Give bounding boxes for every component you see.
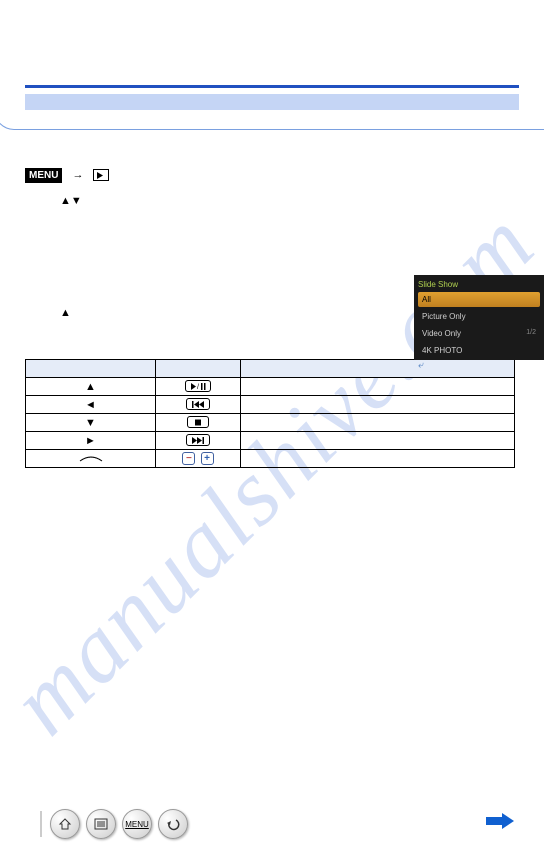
- table-row: ▼: [26, 414, 515, 432]
- dial-icon: [78, 451, 104, 463]
- prev-icon: [186, 398, 210, 410]
- step-select-arrows: ▲▼: [25, 195, 519, 207]
- arrow-icon: →: [72, 169, 83, 181]
- divider-blue: [25, 85, 519, 88]
- icon-cell: /: [156, 378, 241, 396]
- lcd-item: Picture Only: [418, 309, 540, 324]
- desc-cell: [241, 432, 515, 450]
- playback-mode-icon: [93, 169, 109, 181]
- table-row: ►: [26, 432, 515, 450]
- desc-cell: [241, 414, 515, 432]
- controls-table: ▲ / ◄: [25, 359, 515, 468]
- menu-path-row: MENU →: [25, 165, 519, 185]
- play-pause-icon: /: [185, 380, 211, 392]
- table-header: [156, 360, 241, 378]
- lcd-item: Video Only1/2: [418, 326, 540, 341]
- menu-button[interactable]: MENU: [122, 809, 152, 839]
- table-row: ◄: [26, 396, 515, 414]
- next-page-arrow[interactable]: [486, 813, 514, 829]
- list-button[interactable]: [86, 809, 116, 839]
- volume-up-icon: +: [201, 452, 214, 465]
- key-cell: ▲: [26, 378, 156, 396]
- key-cell: ◄: [26, 396, 156, 414]
- back-button[interactable]: [158, 809, 188, 839]
- next-icon: [186, 434, 210, 446]
- back-icon: [166, 817, 180, 831]
- table-row: − +: [26, 450, 515, 468]
- camera-lcd-preview: Slide Show All Picture Only Video Only1/…: [414, 275, 544, 360]
- key-cell: ►: [26, 432, 156, 450]
- icon-cell: [156, 396, 241, 414]
- menu-badge: MENU: [25, 168, 62, 183]
- icon-cell: [156, 414, 241, 432]
- table-header: [26, 360, 156, 378]
- icon-cell: − +: [156, 450, 241, 468]
- table-row: ▲ /: [26, 378, 515, 396]
- lcd-item-selected: All: [418, 292, 540, 307]
- lcd-item: 4K PHOTO: [418, 343, 540, 358]
- home-button[interactable]: [50, 809, 80, 839]
- desc-cell: [241, 378, 515, 396]
- footer-nav: MENU: [50, 809, 188, 839]
- heading-band: [25, 94, 519, 110]
- svg-text:/: /: [197, 384, 199, 390]
- desc-cell: [241, 396, 515, 414]
- key-cell: ▼: [26, 414, 156, 432]
- desc-cell: [241, 450, 515, 468]
- home-icon: [58, 817, 72, 831]
- volume-down-icon: −: [182, 452, 195, 465]
- lcd-title: Slide Show: [418, 280, 540, 289]
- list-icon: [94, 818, 108, 830]
- stop-icon: [187, 416, 209, 428]
- key-cell: [26, 450, 156, 468]
- icon-cell: [156, 432, 241, 450]
